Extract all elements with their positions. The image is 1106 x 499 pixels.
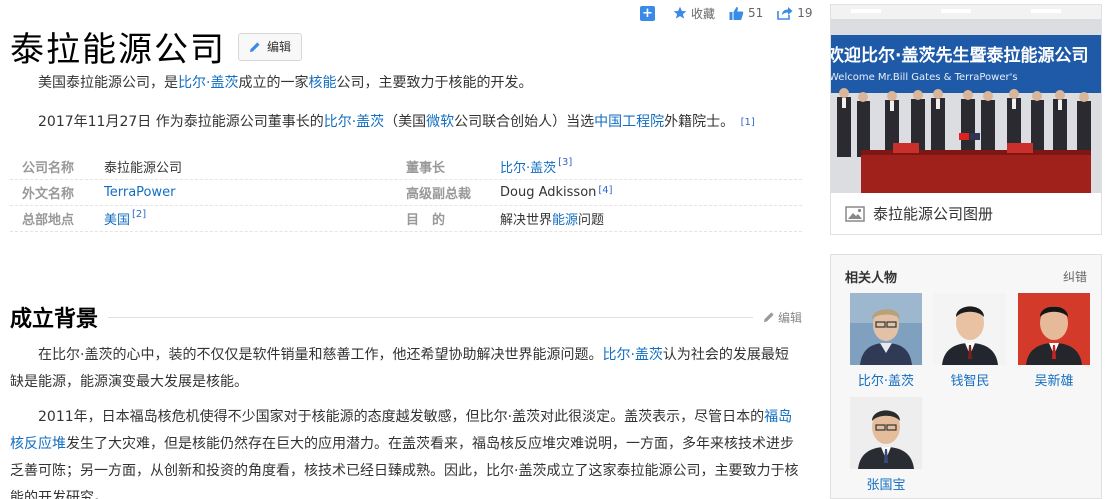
link-bill-gates[interactable]: 比尔·盖茨: [602, 347, 662, 363]
info-key: 公司名称: [22, 161, 75, 176]
text: 2017年11月27日 作为泰拉能源公司董事长的: [38, 114, 324, 130]
title-row: 泰拉能源公司 编辑: [10, 22, 303, 71]
avatar[interactable]: [1018, 293, 1090, 365]
text: 公司联合创始人）当选: [454, 114, 595, 130]
person-card[interactable]: 吴新雄: [1012, 293, 1096, 389]
correction-link[interactable]: 纠错: [1063, 268, 1087, 285]
text: 外籍院士。: [664, 114, 735, 130]
info-value: Doug Adkisson [4]: [500, 185, 802, 200]
person-card[interactable]: 张国宝: [844, 397, 928, 493]
share-icon: [777, 7, 793, 20]
section-header: 成立背景 编辑: [10, 303, 802, 332]
reference-1[interactable]: [1]: [741, 117, 755, 128]
album-card[interactable]: 欢迎比尔·盖茨先生暨泰拉能源公司 Welcome Mr.Bill Gates &…: [830, 4, 1102, 235]
info-row: 总部地点 美国 [2] 目 的 解决世界能源问题: [10, 206, 802, 232]
text: 美国泰拉能源公司，是: [38, 75, 178, 91]
star-icon: [673, 6, 687, 19]
info-value: 美国 [2]: [104, 209, 406, 228]
info-key: 目 的: [406, 213, 446, 228]
text: （美国: [384, 114, 427, 130]
text: Doug Adkisson: [500, 185, 597, 200]
section-paragraph-1: 在比尔·盖茨的心中，装的不仅仅是软件销量和慈善工作，他还希望协助解决世界能源问题…: [10, 342, 800, 396]
link-bill-gates[interactable]: 比尔·盖茨: [178, 75, 238, 91]
avatar[interactable]: [850, 293, 922, 365]
text: 问题: [578, 213, 605, 228]
album-photo[interactable]: 欢迎比尔·盖茨先生暨泰拉能源公司 Welcome Mr.Bill Gates &…: [831, 5, 1101, 193]
link-nuclear[interactable]: 核能: [308, 75, 336, 91]
info-value: TerraPower: [104, 185, 406, 200]
signing-ceremony-image: 欢迎比尔·盖茨先生暨泰拉能源公司 Welcome Mr.Bill Gates &…: [831, 5, 1101, 193]
intro-paragraph-1: 美国泰拉能源公司，是比尔·盖茨成立的一家核能公司，主要致力于核能的开发。: [10, 70, 800, 97]
favorite-label: 收藏: [691, 6, 716, 21]
image-gallery-icon: [845, 205, 865, 222]
reference-4[interactable]: [4]: [598, 185, 612, 196]
album-caption-text: 泰拉能源公司图册: [873, 205, 994, 223]
info-key: 董事长: [406, 161, 446, 176]
banner-subtext: Welcome Mr.Bill Gates & TerraPower's: [831, 72, 1018, 83]
favorite-button[interactable]: 收藏: [673, 5, 715, 22]
section-edit-label: 编辑: [777, 310, 802, 325]
add-button[interactable]: +: [640, 5, 659, 21]
banner-text: 欢迎比尔·盖茨先生暨泰拉能源公司: [831, 45, 1088, 66]
edit-label: 编辑: [267, 40, 292, 54]
share-button[interactable]: 19: [777, 6, 813, 20]
link-cae[interactable]: 中国工程院: [594, 114, 664, 130]
pencil-icon: [250, 41, 260, 52]
section-paragraph-2: 2011年，日本福岛核危机使得不少国家对于核能源的态度越发敏感，但比尔·盖茨对此…: [10, 404, 800, 499]
like-button[interactable]: 51: [729, 6, 763, 21]
person-name[interactable]: 比尔·盖茨: [844, 370, 928, 389]
text: 成立的一家: [238, 75, 309, 91]
text: 公司，主要致力于核能的开发。: [336, 75, 533, 91]
like-count: 51: [748, 6, 764, 20]
info-row: 外文名称 TerraPower 高级副总裁 Doug Adkisson [4]: [10, 180, 802, 206]
person-card[interactable]: 比尔·盖茨: [844, 293, 928, 389]
reference-3[interactable]: [3]: [558, 157, 572, 168]
text: 发生了大灾难，但是核能仍然存在巨大的应用潜力。在盖茨看来，福岛核反应堆灾难说明，…: [10, 436, 799, 499]
avatar[interactable]: [934, 293, 1006, 365]
thumbs-up-icon: [729, 6, 744, 20]
related-people-card: 相关人物 纠错 比尔·盖茨 钱智民 吴新雄 张国宝: [830, 254, 1102, 499]
text: 2011年，日本福岛核危机使得不少国家对于核能源的态度越发敏感，但比尔·盖茨对此…: [38, 409, 765, 425]
person-name[interactable]: 张国宝: [844, 474, 928, 493]
people-list: 比尔·盖茨 钱智民 吴新雄 张国宝: [831, 287, 1101, 499]
section-title: 成立背景: [10, 307, 99, 332]
page-title: 泰拉能源公司: [10, 30, 226, 70]
text: 在比尔·盖茨的心中，装的不仅仅是软件销量和慈善工作，他还希望协助解决世界能源问题…: [38, 347, 603, 363]
edit-button[interactable]: 编辑: [238, 32, 303, 61]
related-header: 相关人物 纠错: [831, 255, 1101, 287]
section-divider: [108, 316, 753, 318]
reference-2[interactable]: [2]: [132, 209, 146, 220]
info-row: 公司名称 泰拉能源公司 董事长 比尔·盖茨 [3]: [10, 154, 802, 180]
info-key: 外文名称: [22, 187, 75, 202]
action-bar: + 收藏 51 19: [640, 4, 827, 22]
avatar[interactable]: [850, 397, 922, 469]
person-card[interactable]: 钱智民: [928, 293, 1012, 389]
person-name[interactable]: 吴新雄: [1012, 370, 1096, 389]
link-bill-gates[interactable]: 比尔·盖茨: [500, 161, 556, 176]
text: 解决世界: [500, 213, 553, 228]
share-count: 19: [797, 6, 813, 20]
info-key: 高级副总裁: [406, 187, 472, 202]
related-title: 相关人物: [845, 270, 898, 286]
link-terrapower[interactable]: TerraPower: [104, 185, 175, 200]
link-energy[interactable]: 能源: [552, 213, 578, 228]
album-caption[interactable]: 泰拉能源公司图册: [831, 193, 1101, 234]
link-microsoft[interactable]: 微软: [426, 114, 454, 130]
info-value: 泰拉能源公司: [104, 161, 183, 176]
link-usa[interactable]: 美国: [104, 213, 130, 228]
link-bill-gates[interactable]: 比尔·盖茨: [324, 114, 384, 130]
pencil-icon: [763, 312, 774, 322]
basic-info-table: 公司名称 泰拉能源公司 董事长 比尔·盖茨 [3] 外文名称 TerraPower…: [10, 154, 802, 232]
info-value: 解决世界能源问题: [500, 209, 802, 228]
plus-icon: +: [640, 5, 655, 21]
section-edit-button[interactable]: 编辑: [763, 309, 802, 326]
info-key: 总部地点: [22, 213, 75, 228]
person-name[interactable]: 钱智民: [928, 370, 1012, 389]
info-value: 比尔·盖茨 [3]: [500, 157, 802, 176]
intro-paragraph-2: 2017年11月27日 作为泰拉能源公司董事长的比尔·盖茨（美国微软公司联合创始…: [10, 109, 800, 136]
